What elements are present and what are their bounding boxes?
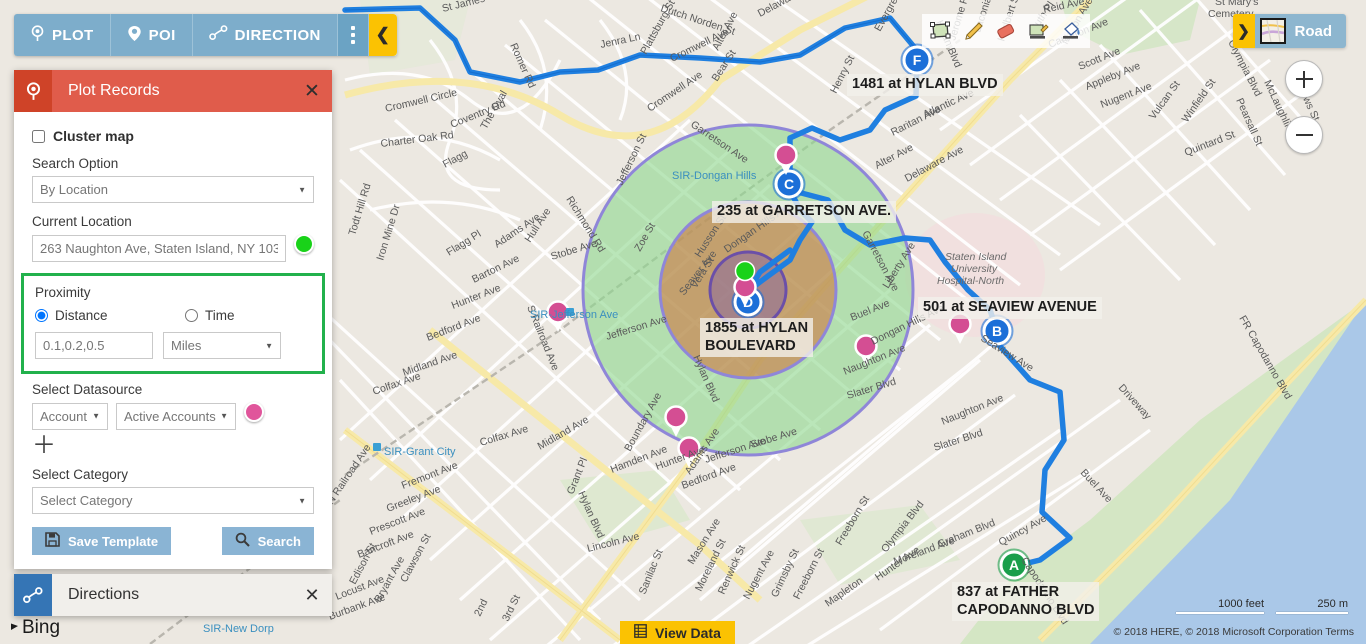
toolbar-label-plot: PLOT	[52, 26, 94, 44]
poi-pin-icon	[127, 25, 142, 46]
minus-icon	[1295, 134, 1313, 136]
map-callout-label: 1481 at HYLAN BLVD	[847, 74, 1003, 96]
proximity-inputs	[35, 332, 311, 359]
current-location-pin-icon	[294, 234, 314, 262]
zoom-in-button[interactable]	[1285, 60, 1323, 98]
scale-metric: 250 m	[1276, 598, 1348, 614]
view-data-button[interactable]: View Data	[620, 621, 735, 644]
svg-text:B: B	[992, 323, 1002, 339]
current-location-label: Current Location	[32, 214, 132, 229]
datasource-pin-icon	[244, 402, 264, 430]
category-select[interactable]	[32, 487, 314, 514]
cluster-map-row[interactable]: Cluster map	[32, 128, 314, 144]
cluster-map-label: Cluster map	[53, 128, 134, 144]
toolbar-button-poi[interactable]: POI	[110, 14, 193, 56]
close-icon[interactable]: ✕	[292, 585, 332, 606]
proximity-time-radio[interactable]	[185, 309, 198, 322]
datasource-view-select-wrap[interactable]	[116, 402, 236, 430]
datasource-entity-select-wrap[interactable]	[32, 402, 108, 430]
scale-imperial: 1000 feet	[1176, 598, 1264, 614]
proximity-distance-input[interactable]	[35, 332, 153, 359]
view-data-label: View Data	[655, 624, 721, 641]
edit-polygon-icon[interactable]	[1026, 18, 1052, 44]
toolbar-button-plot[interactable]: PLOT	[14, 14, 111, 56]
map-callout-label: 501 at SEAVIEW AVENUE	[918, 297, 1102, 319]
proximity-section: Proximity Distance Time	[21, 273, 325, 374]
proximity-label: Proximity	[35, 285, 91, 300]
current-location-input[interactable]	[32, 234, 286, 262]
chevron-right-icon[interactable]: ❯	[1232, 14, 1255, 48]
directions-panel: Directions ✕	[14, 574, 332, 616]
current-location-row	[32, 234, 314, 262]
direction-icon	[14, 574, 52, 616]
toolbar-label-direction: DIRECTION	[234, 26, 321, 44]
road-label: Road	[1294, 22, 1333, 40]
toolbar-button-direction[interactable]: DIRECTION	[192, 14, 338, 56]
category-select-wrap[interactable]	[32, 487, 314, 514]
kebab-dots	[350, 26, 355, 44]
pencil-icon[interactable]	[960, 18, 986, 44]
save-icon	[45, 532, 60, 550]
proximity-distance-radio[interactable]	[35, 309, 48, 322]
plot-records-panel: Plot Records ✕ Cluster map Search Option…	[14, 70, 332, 569]
cluster-map-checkbox[interactable]	[32, 129, 45, 143]
datasource-entity-select[interactable]	[32, 402, 108, 430]
map-callout-label: 1855 at HYLAN BOULEVARD	[700, 318, 814, 358]
svg-text:A: A	[1009, 557, 1019, 573]
proximity-time-label: Time	[205, 308, 235, 323]
proximity-unit-select-wrap[interactable]	[163, 332, 281, 359]
datasource-label: Select Datasource	[32, 382, 143, 397]
map-style-toggle: ❯ Road	[1232, 14, 1346, 48]
datasource-row	[32, 402, 314, 430]
eraser-icon[interactable]	[993, 18, 1019, 44]
panel-header: Plot Records ✕	[14, 70, 332, 112]
search-option-select[interactable]	[32, 176, 314, 203]
map-scalebar: 1000 feet 250 m	[1176, 598, 1348, 614]
svg-text:C: C	[784, 176, 794, 192]
map-pin-icon	[14, 70, 52, 112]
save-template-label: Save Template	[68, 533, 159, 549]
drawing-toolbar	[922, 14, 1090, 48]
panel-title: Plot Records	[68, 82, 160, 99]
proximity-distance-label: Distance	[55, 308, 108, 323]
search-icon	[235, 532, 250, 550]
plus-icon[interactable]: ＋	[32, 434, 314, 458]
direction-icon	[208, 25, 228, 45]
more-options-icon[interactable]	[337, 14, 369, 56]
current-location-dot	[734, 260, 756, 282]
category-label: Select Category	[32, 467, 129, 482]
close-icon[interactable]: ✕	[292, 80, 332, 103]
datasource-view-select[interactable]	[116, 402, 236, 430]
search-option-label: Search Option	[32, 156, 119, 171]
proximity-unit-select[interactable]	[163, 332, 281, 359]
save-template-button[interactable]: Save Template	[32, 527, 172, 555]
search-button[interactable]: Search	[221, 527, 314, 555]
zoom-out-button[interactable]	[1285, 116, 1323, 154]
bing-label: Bing	[22, 617, 61, 638]
bing-logo-icon	[6, 616, 19, 640]
road-view-button[interactable]: Road	[1254, 14, 1346, 48]
search-option-select-wrap[interactable]	[32, 176, 314, 203]
proximity-distance-option[interactable]: Distance	[35, 308, 185, 323]
fill-bucket-icon[interactable]	[1059, 18, 1085, 44]
proximity-time-option[interactable]: Time	[185, 308, 235, 323]
svg-text:F: F	[913, 52, 922, 68]
bing-logo[interactable]: Bing	[6, 616, 60, 640]
map-application: F C B D A St James Romer Rd Jenra Ln Dut…	[0, 0, 1366, 644]
map-attribution: © 2018 HERE, © 2018 Microsoft Corporatio…	[1113, 626, 1354, 638]
panel-actions: Save Template Search	[32, 527, 314, 555]
map-pin-icon	[30, 24, 45, 46]
table-icon	[634, 624, 647, 641]
toolbar-label-poi: POI	[148, 26, 176, 44]
shape-select-icon[interactable]	[927, 18, 953, 44]
proximity-radio-group: Distance Time	[35, 308, 311, 323]
map-thumbnail-icon	[1259, 18, 1286, 44]
main-toolbar: PLOT POI DIRECTION ❮	[14, 14, 397, 56]
panel-body: Cluster map Search Option Current Locati…	[14, 112, 332, 569]
chevron-left-icon[interactable]: ❮	[368, 14, 397, 56]
map-callout-label: 235 at GARRETSON AVE.	[712, 201, 897, 223]
map-callout-label: 837 at FATHER CAPODANNO BLVD	[952, 582, 1100, 622]
directions-title: Directions	[68, 586, 140, 603]
search-button-label: Search	[257, 533, 301, 549]
